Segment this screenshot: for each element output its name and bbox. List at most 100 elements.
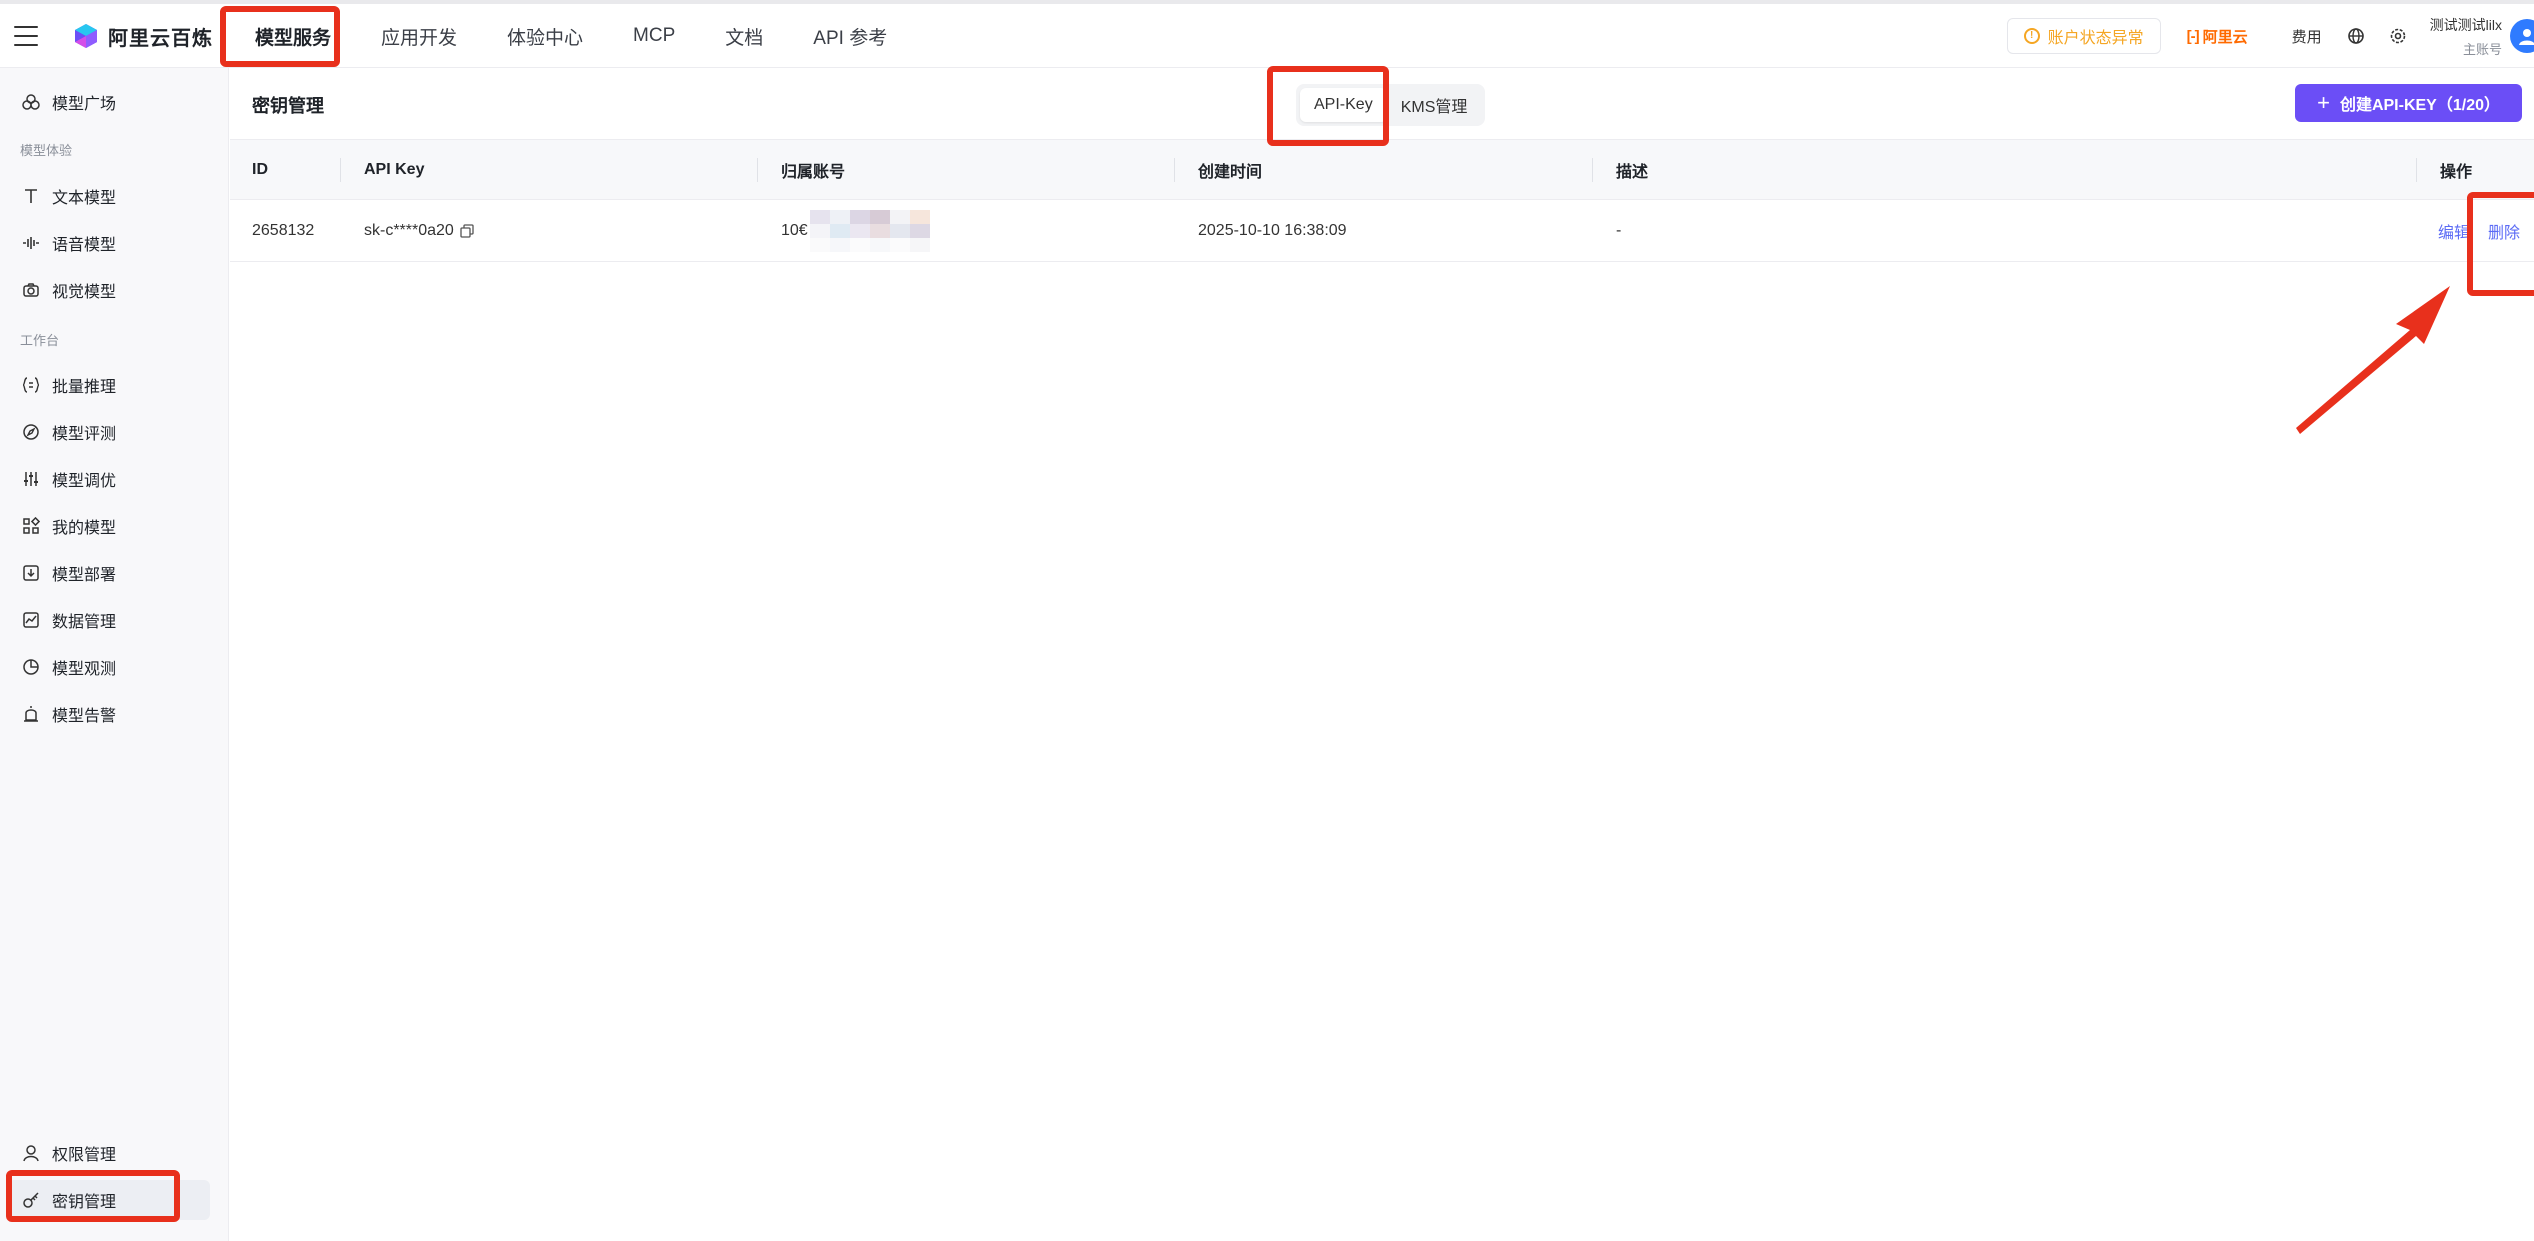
api-key-value: sk-c****0a20 xyxy=(364,222,454,239)
sidebar-item-permissions[interactable]: 权限管理 xyxy=(8,1133,210,1173)
sidebar-item-model-tuning[interactable]: 模型调优 xyxy=(8,459,210,499)
nav-mcp[interactable]: MCP xyxy=(608,4,700,68)
sidebar-item-label: 视觉模型 xyxy=(52,284,117,301)
sidebar-group-model-experience: 模型体验 xyxy=(20,143,73,158)
sidebar-item-vision-model[interactable]: 视觉模型 xyxy=(8,270,210,310)
top-bar: 阿里云百炼 模型服务 应用开发 体验中心 MCP 文档 API 参考 ! 账户状… xyxy=(0,4,2534,68)
alarm-icon xyxy=(22,705,40,723)
line-chart-icon xyxy=(22,611,40,629)
nav-api-reference[interactable]: API 参考 xyxy=(788,4,912,68)
fee-link[interactable]: 费用 xyxy=(2292,26,2322,47)
alert-label: 账户状态异常 xyxy=(2047,30,2144,47)
aliyun-logo-icon: [-] xyxy=(2186,27,2200,45)
column-header-actions: 操作 xyxy=(2440,164,2473,181)
grid-icon xyxy=(22,517,40,535)
warning-icon: ! xyxy=(2023,28,2040,44)
delete-link[interactable]: 删除 xyxy=(2488,219,2520,243)
pie-chart-icon xyxy=(22,658,40,676)
column-header-account: 归属账号 xyxy=(781,164,846,181)
top-right-tools: ! 账户状态异常 [-] 阿里云 费用 测试测试lilx 主账号 xyxy=(2006,4,2534,68)
user-name: 测试测试lilx xyxy=(2429,16,2502,33)
sidebar-item-key-management[interactable]: 密钥管理 xyxy=(8,1180,210,1220)
nav-app-dev[interactable]: 应用开发 xyxy=(356,4,482,68)
sidebar-item-model-alert[interactable]: 模型告警 xyxy=(8,694,210,734)
sidebar-item-label: 模型广场 xyxy=(52,96,117,113)
column-header-id: ID xyxy=(252,161,268,178)
page-header: 密钥管理 API-Key KMS管理 + 创建API-KEY（1/20） xyxy=(230,68,2534,140)
cell-id: 2658132 xyxy=(252,222,315,239)
bailian-logo-icon xyxy=(75,24,97,48)
main-content: 密钥管理 API-Key KMS管理 + 创建API-KEY（1/20） ID … xyxy=(230,68,2534,1241)
account-status-alert[interactable]: ! 账户状态异常 xyxy=(2006,18,2161,54)
tab-api-key[interactable]: API-Key xyxy=(1300,88,1387,122)
sidebar: 模型广场 模型体验 文本模型 语音模型 视觉模型 工作台 批量推理 模型评测 模… xyxy=(0,68,229,1241)
edit-link[interactable]: 编辑 xyxy=(2438,219,2470,243)
sidebar-item-model-square[interactable]: 模型广场 xyxy=(8,82,210,122)
globe-icon[interactable] xyxy=(2346,26,2366,46)
column-divider xyxy=(340,158,341,182)
column-divider xyxy=(757,158,758,182)
sidebar-item-label: 模型评测 xyxy=(52,426,117,443)
table-row: 2658132 sk-c****0a20 10€ 2025-10-10 16:3… xyxy=(230,200,2534,262)
camera-icon xyxy=(22,281,40,299)
user-role: 主账号 xyxy=(2462,41,2502,57)
sidebar-item-label: 批量推理 xyxy=(52,379,117,396)
redacted-mosaic xyxy=(809,210,930,252)
sidebar-item-label: 文本模型 xyxy=(52,190,117,207)
compass-icon xyxy=(22,423,40,441)
sliders-icon xyxy=(22,470,40,488)
sidebar-item-my-models[interactable]: 我的模型 xyxy=(8,506,210,546)
sidebar-item-batch-inference[interactable]: 批量推理 xyxy=(8,365,210,405)
user-icon xyxy=(22,1144,40,1162)
key-icon xyxy=(22,1191,40,1209)
plus-icon: + xyxy=(2317,90,2330,115)
app-logo[interactable]: 阿里云百炼 xyxy=(72,20,213,52)
gear-icon[interactable] xyxy=(2388,26,2408,46)
aliyun-link[interactable]: [-] 阿里云 xyxy=(2187,26,2248,47)
sidebar-item-label: 模型观测 xyxy=(52,661,117,678)
nav-experience-center[interactable]: 体验中心 xyxy=(482,4,608,68)
column-divider xyxy=(1174,158,1175,182)
aliyun-label: 阿里云 xyxy=(2202,28,2248,46)
sidebar-group-workbench: 工作台 xyxy=(20,333,60,348)
cell-account: 10€ xyxy=(781,200,930,262)
cell-actions: 编辑 删除 xyxy=(2438,200,2520,262)
sidebar-item-voice-model[interactable]: 语音模型 xyxy=(8,223,210,263)
sidebar-item-model-eval[interactable]: 模型评测 xyxy=(8,412,210,452)
sidebar-item-model-deploy[interactable]: 模型部署 xyxy=(8,553,210,593)
page-title: 密钥管理 xyxy=(252,96,324,116)
sidebar-item-label: 语音模型 xyxy=(52,237,117,254)
cell-created: 2025-10-10 16:38:09 xyxy=(1198,222,1347,239)
text-icon xyxy=(22,187,40,205)
top-nav: 模型服务 应用开发 体验中心 MCP 文档 API 参考 xyxy=(230,4,912,68)
sidebar-item-label: 我的模型 xyxy=(52,520,117,537)
create-api-key-label: 创建API-KEY（1/20） xyxy=(2339,97,2500,114)
api-key-table: ID API Key 归属账号 创建时间 描述 操作 2658132 sk-c*… xyxy=(230,140,2534,262)
sidebar-item-model-observe[interactable]: 模型观测 xyxy=(8,647,210,687)
app-name: 阿里云百炼 xyxy=(108,27,213,50)
account-value: 10€ xyxy=(781,222,808,239)
sidebar-item-label: 模型调优 xyxy=(52,473,117,490)
nav-model-service[interactable]: 模型服务 xyxy=(230,4,356,68)
menu-icon[interactable] xyxy=(14,26,38,46)
sidebar-item-data-management[interactable]: 数据管理 xyxy=(8,600,210,640)
avatar[interactable] xyxy=(2510,19,2534,53)
column-header-created: 创建时间 xyxy=(1198,164,1263,181)
model-square-icon xyxy=(22,93,40,111)
create-api-key-button[interactable]: + 创建API-KEY（1/20） xyxy=(2295,84,2522,122)
sidebar-item-label: 模型部署 xyxy=(52,567,117,584)
column-divider xyxy=(1592,158,1593,182)
nav-docs[interactable]: 文档 xyxy=(700,4,788,68)
cell-desc: - xyxy=(1616,222,1622,239)
sidebar-item-text-model[interactable]: 文本模型 xyxy=(8,176,210,216)
column-header-api-key: API Key xyxy=(364,161,425,178)
sidebar-item-label: 权限管理 xyxy=(52,1147,117,1164)
table-header: ID API Key 归属账号 创建时间 描述 操作 xyxy=(230,140,2534,200)
copy-icon[interactable] xyxy=(460,224,474,238)
sidebar-item-label: 密钥管理 xyxy=(52,1194,117,1211)
user-info[interactable]: 测试测试lilx 主账号 xyxy=(2430,15,2502,58)
waveform-icon xyxy=(22,234,40,252)
sidebar-item-label: 数据管理 xyxy=(52,614,117,631)
tab-kms-management[interactable]: KMS管理 xyxy=(1387,88,1482,122)
cell-api-key: sk-c****0a20 xyxy=(364,200,474,262)
